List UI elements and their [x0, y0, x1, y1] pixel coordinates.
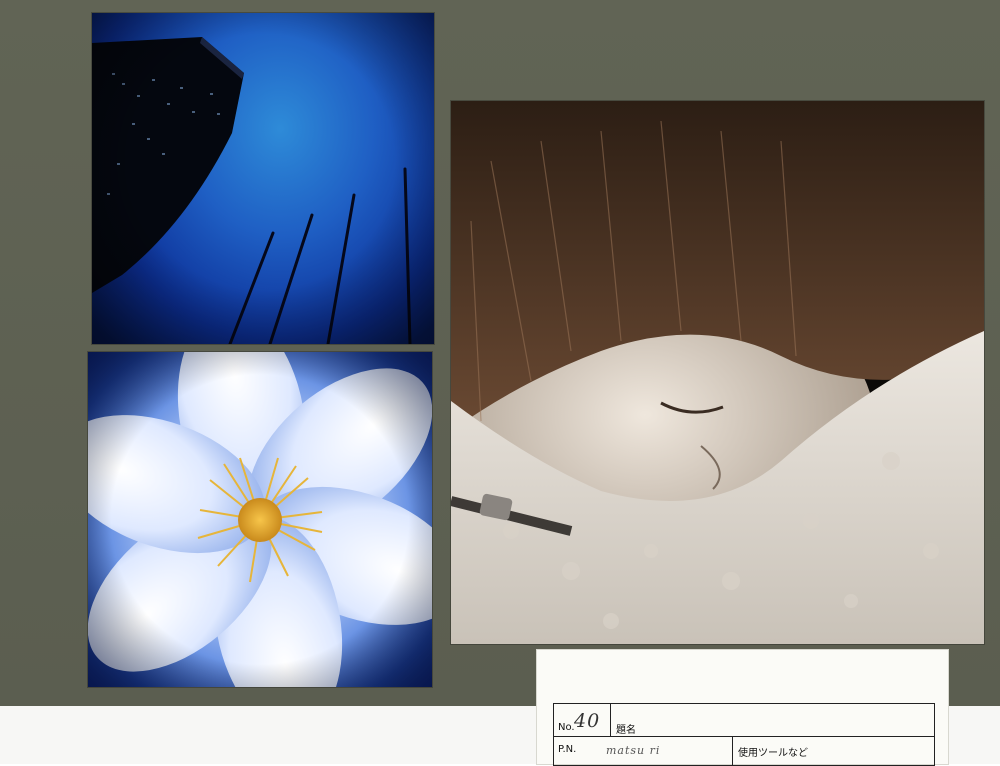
- skyscraper-graphic: [92, 13, 434, 344]
- photo-skyscraper: [92, 13, 434, 344]
- label-row-pn: P.N. matsu ri 使用ツールなど: [554, 736, 934, 765]
- photo-flower: [88, 352, 432, 687]
- title-label: 題名: [616, 725, 636, 736]
- photo-sleeping-child: [451, 101, 984, 644]
- pen-name: matsu ri: [606, 744, 661, 757]
- tools-label: 使用ツールなど: [738, 748, 808, 759]
- entry-number: 40: [574, 710, 601, 732]
- no-label: No.: [558, 722, 575, 733]
- entry-label-form: No. 40 題名 P.N. matsu ri 使用ツールなど: [553, 703, 935, 766]
- label-row-title: No. 40 題名: [554, 704, 934, 737]
- flower-graphic: [88, 352, 432, 687]
- child-graphic: [451, 101, 984, 644]
- pn-label: P.N.: [558, 744, 577, 755]
